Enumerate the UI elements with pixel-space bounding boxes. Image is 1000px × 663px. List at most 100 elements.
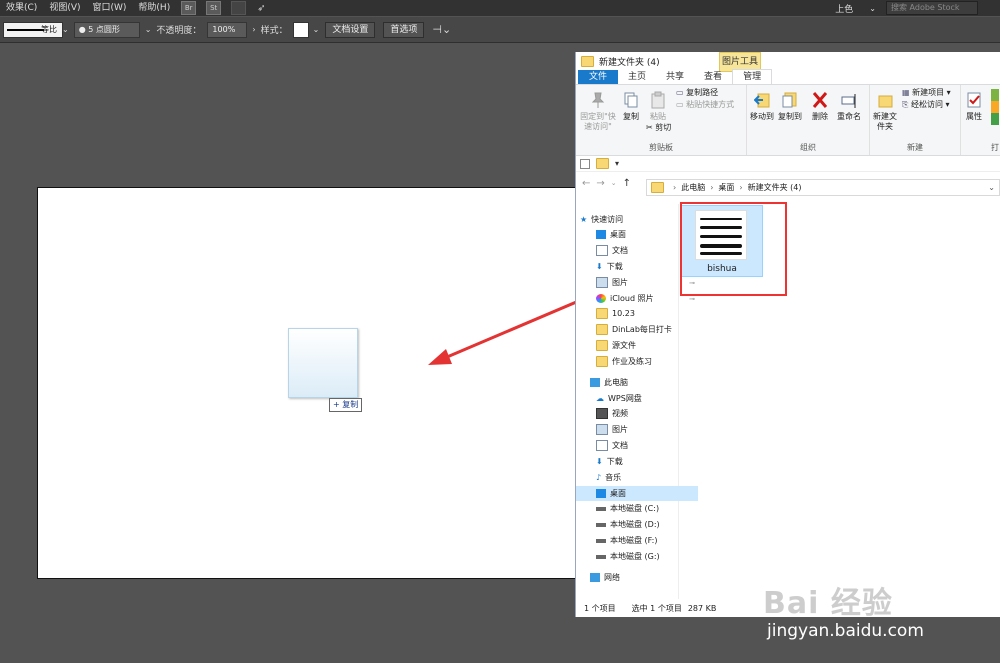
new-folder-button[interactable]: 新建文件夹: [872, 91, 898, 132]
move-to-icon: [754, 93, 770, 108]
nav-label: 本地磁盘 (C:): [610, 504, 660, 513]
nav-label: 源文件: [612, 341, 636, 350]
nav-label: WPS网盘: [608, 394, 642, 403]
rename-label: 重命名: [837, 112, 861, 121]
forward-icon[interactable]: →: [596, 178, 604, 189]
explorer-titlebar: 新建文件夹 (4) 图片工具: [576, 52, 1000, 72]
delete-button[interactable]: 删除: [809, 91, 831, 122]
pin-icon: [591, 92, 605, 108]
new-item-button[interactable]: ▦ 新建项目 ▾: [902, 87, 951, 99]
pin-quick-access-button[interactable]: 固定到"快速访问": [578, 91, 618, 132]
paste-label: 粘贴: [650, 112, 666, 121]
copy-path-label: 复制路径: [686, 88, 719, 97]
move-to-label: 移动到: [750, 112, 774, 121]
checkbox-icon[interactable]: [580, 158, 590, 169]
copy-icon: [624, 92, 638, 108]
folder-icon[interactable]: [596, 158, 609, 169]
tab-manage[interactable]: 管理: [732, 69, 773, 84]
desktop-icon: [596, 230, 606, 239]
delete-label: 删除: [812, 112, 828, 121]
baidu-watermark: Bai 经验: [763, 578, 893, 622]
up-icon[interactable]: ↑: [623, 178, 631, 189]
customize-qa-icon[interactable]: ▾: [615, 159, 619, 168]
paste-button[interactable]: 粘贴: [646, 91, 670, 122]
desktop-icon: [596, 489, 606, 498]
properties-button[interactable]: 属性: [963, 91, 985, 122]
easy-access-button[interactable]: ⎘ 经松访问 ▾: [902, 99, 950, 111]
new-folder-icon: [878, 95, 893, 108]
file-explorer-window: 新建文件夹 (4) 图片工具 文件 主页 共享 查看 管理 固定到"快速访问" …: [575, 52, 1000, 617]
new-group: 新建文件夹 ▦ 新建项目 ▾ ⎘ 经松访问 ▾ 新建: [870, 85, 961, 155]
star-icon: ★: [580, 215, 588, 224]
nav-label: 本地磁盘 (D:): [610, 520, 660, 529]
folder-icon: [596, 324, 608, 335]
nav-label: 图片: [612, 278, 628, 287]
move-to-button[interactable]: 移动到: [749, 91, 775, 122]
folder-icon: [596, 340, 608, 351]
nav-label: 此电脑: [604, 378, 628, 387]
nav-label: 文档: [612, 441, 628, 450]
folder-icon: [596, 308, 608, 319]
copy-to-label: 复制到: [778, 112, 802, 121]
nav-label: 文档: [612, 246, 628, 255]
tab-view[interactable]: 查看: [694, 70, 732, 84]
cloud-icon: ☁: [596, 394, 604, 403]
paste-shortcut-button[interactable]: ▭ 粘贴快捷方式: [676, 99, 734, 111]
properties-icon: [967, 92, 981, 108]
nav-quick-access[interactable]: ★ 快速访问: [576, 212, 678, 227]
selected-size: 287 KB: [687, 603, 717, 613]
breadcrumb-this-pc[interactable]: 此电脑: [681, 182, 705, 193]
breadcrumb-desktop[interactable]: 桌面: [718, 182, 734, 193]
nav-network[interactable]: 网络: [576, 570, 692, 585]
cut-label: 剪切: [655, 123, 672, 132]
nav-label: 作业及练习: [612, 357, 652, 366]
pictures-icon: [596, 277, 608, 288]
copy-button[interactable]: 复制: [620, 91, 642, 122]
chevron-down-icon[interactable]: ⌄: [988, 183, 995, 192]
baidu-logo: Bai 经验: [763, 586, 893, 621]
pictures-icon: [596, 424, 608, 435]
nav-label: 本地磁盘 (G:): [610, 552, 660, 561]
new-group-label: 新建: [907, 143, 923, 152]
back-icon[interactable]: ←: [582, 178, 590, 189]
pin-label: 固定到"快速访问": [580, 112, 616, 131]
breadcrumb-folder[interactable]: 新建文件夹 (4): [748, 182, 802, 193]
video-icon: [596, 408, 608, 419]
icloud-photos-icon: [596, 294, 606, 303]
folder-icon: [596, 356, 608, 367]
nav-label: 视频: [612, 409, 628, 418]
item-count: 1 个项目: [584, 603, 616, 613]
nav-this-pc[interactable]: 此电脑: [576, 375, 692, 390]
paste-shortcut-icon: ▭: [676, 100, 684, 109]
tab-file[interactable]: 文件: [578, 70, 619, 84]
recent-icon[interactable]: ⌄: [611, 179, 617, 187]
copy-to-button[interactable]: 复制到: [777, 91, 803, 122]
music-icon: ♪: [596, 473, 602, 482]
cut-button[interactable]: ✂ 剪切: [646, 122, 671, 134]
copy-path-button[interactable]: ▭ 复制路径: [676, 87, 718, 99]
drive-icon: [596, 506, 606, 511]
clipboard-group: 固定到"快速访问" 复制 粘贴 ▭ 复制路径 ▭ 粘贴快捷方式 ✂ 剪切 剪贴板: [576, 85, 747, 155]
address-bar[interactable]: › 此电脑 › 桌面 › 新建文件夹 (4) ⌄: [646, 179, 1000, 196]
rename-button[interactable]: 重命名: [835, 91, 863, 122]
clipboard-group-label: 剪贴板: [649, 143, 673, 152]
easy-access-icon: ⎘: [902, 100, 909, 109]
tab-home[interactable]: 主页: [618, 70, 656, 84]
easy-access-label: 经松访问: [910, 100, 943, 109]
drive-icon: [596, 554, 606, 559]
folder-icon: [651, 182, 664, 193]
selected-count: 选中 1 个项目: [631, 603, 682, 613]
tab-share[interactable]: 共享: [656, 70, 694, 84]
nav-label: 下载: [606, 457, 623, 466]
open-group: 属性 打: [961, 85, 1000, 155]
annotation-highlight-box: [680, 202, 787, 296]
nav-label: 图片: [612, 425, 628, 434]
annotation-arrow-head: [428, 349, 452, 365]
paste-icon: [651, 91, 665, 109]
organize-group: 移动到 复制到 删除 重命名 组织: [747, 85, 870, 155]
nav-label: 音乐: [605, 473, 622, 482]
ribbon: 固定到"快速访问" 复制 粘贴 ▭ 复制路径 ▭ 粘贴快捷方式 ✂ 剪切 剪贴板: [576, 85, 1000, 156]
rename-icon: [841, 94, 856, 108]
document-icon: [596, 245, 608, 256]
download-icon: ⬇: [596, 457, 603, 466]
